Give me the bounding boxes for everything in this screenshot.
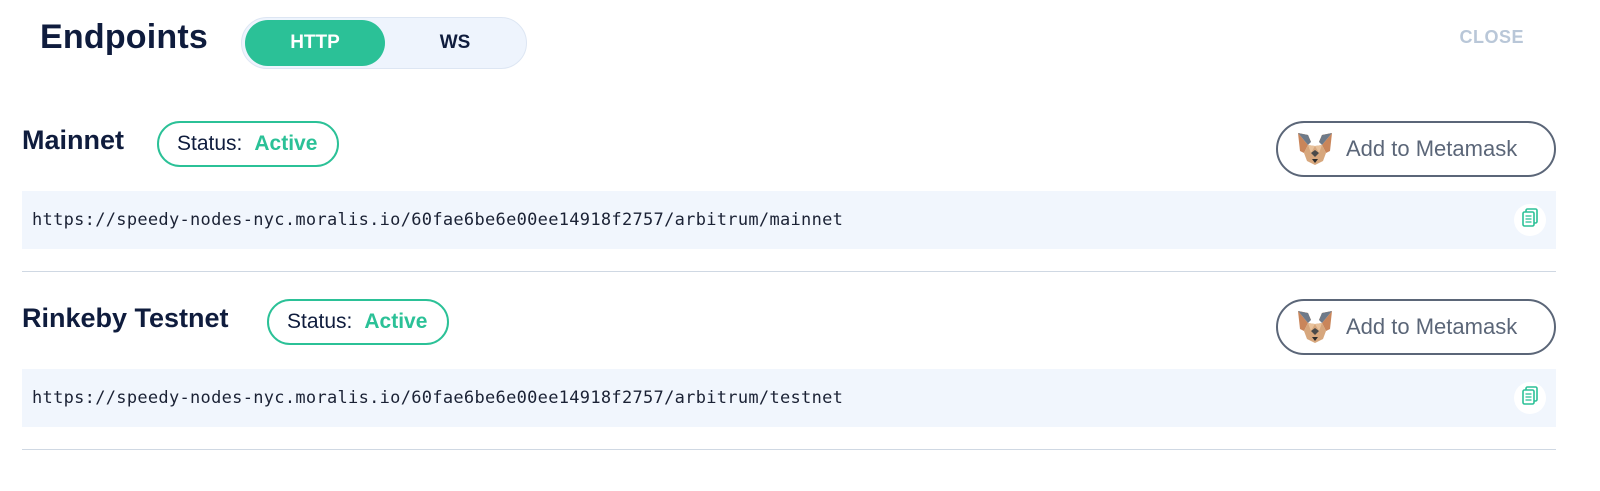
endpoint-url[interactable]: https://speedy-nodes-nyc.moralis.io/60fa… [32,388,843,408]
add-to-metamask-button[interactable]: Add to Metamask [1276,299,1556,355]
section-divider [22,449,1556,450]
page-title: Endpoints [40,18,208,56]
status-label: Status: [287,310,353,333]
network-section-rinkeby: Rinkeby Testnet Status: Active Add to Me… [22,293,1556,450]
panel-header: Endpoints HTTP WS CLOSE [0,0,1600,90]
tab-http[interactable]: HTTP [245,20,385,66]
copy-icon [1521,385,1539,411]
metamask-button-label: Add to Metamask [1346,136,1518,161]
status-label: Status: [177,132,243,155]
network-name: Mainnet [22,125,125,155]
copy-icon [1521,207,1539,233]
copy-button[interactable] [1514,382,1546,414]
endpoint-url-field[interactable]: https://speedy-nodes-nyc.moralis.io/60fa… [22,369,1556,427]
metamask-fox-icon [1296,309,1334,345]
endpoint-url-field[interactable]: https://speedy-nodes-nyc.moralis.io/60fa… [22,191,1556,249]
copy-button[interactable] [1514,204,1546,236]
network-header: Mainnet Status: Active Add to Metamask [22,115,1556,185]
status-badge: Status: Active [267,299,450,345]
network-name: Rinkeby Testnet [22,303,229,333]
close-button[interactable]: CLOSE [1459,27,1524,48]
tab-ws[interactable]: WS [385,20,525,66]
section-divider [22,271,1556,272]
status-badge: Status: Active [157,121,340,167]
metamask-button-label: Add to Metamask [1346,314,1518,339]
status-value: Active [254,132,318,155]
status-value: Active [364,310,428,333]
endpoints-panel: Endpoints HTTP WS CLOSE Mainnet Status: … [0,0,1600,491]
network-header: Rinkeby Testnet Status: Active Add to Me… [22,293,1556,363]
metamask-fox-icon [1296,131,1334,167]
network-section-mainnet: Mainnet Status: Active Add to Metamask h… [22,115,1556,272]
add-to-metamask-button[interactable]: Add to Metamask [1276,121,1556,177]
endpoint-url[interactable]: https://speedy-nodes-nyc.moralis.io/60fa… [32,210,843,230]
protocol-toggle: HTTP WS [241,17,527,69]
